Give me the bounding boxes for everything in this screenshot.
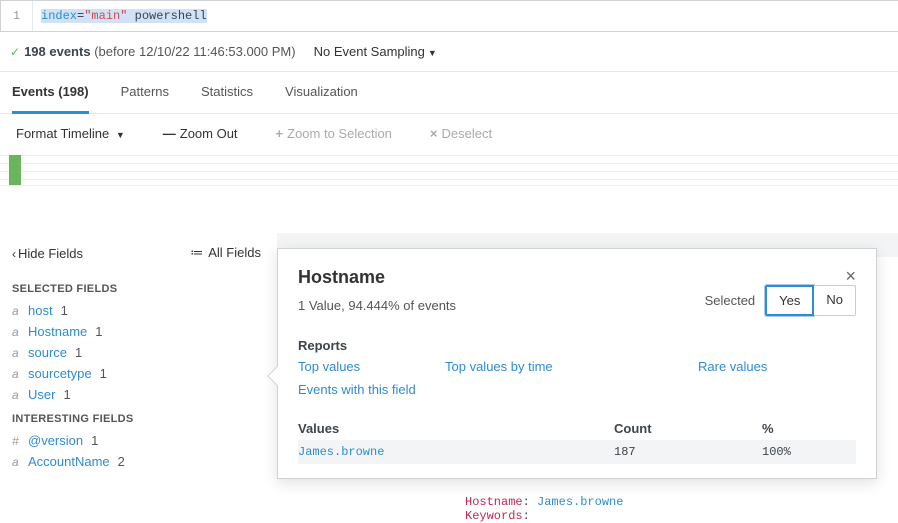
fields-sidebar: ‹Hide Fields ≔All Fields SELECTED FIELDS… xyxy=(0,229,277,482)
rare-values-link[interactable]: Rare values xyxy=(698,359,848,374)
tabs: Events (198) Patterns Statistics Visuali… xyxy=(0,72,898,114)
selected-toggle[interactable]: Yes No xyxy=(765,285,856,316)
no-button[interactable]: No xyxy=(814,285,856,316)
value-row[interactable]: James.browne 187 100% xyxy=(298,440,856,464)
check-icon: ✓ xyxy=(10,45,20,59)
field-source[interactable]: asource1 xyxy=(12,342,277,363)
chevron-down-icon: ▼ xyxy=(116,130,125,140)
yes-button[interactable]: Yes xyxy=(765,285,814,316)
field-sourcetype[interactable]: asourcetype1 xyxy=(12,363,277,384)
zoom-to-selection-button: +Zoom to Selection xyxy=(276,126,392,141)
tab-patterns[interactable]: Patterns xyxy=(121,72,169,113)
close-icon[interactable]: × xyxy=(845,267,856,285)
popup-title: Hostname xyxy=(298,267,385,288)
chevron-down-icon: ▼ xyxy=(428,48,437,58)
token-term: powershell xyxy=(127,9,206,23)
sampling-dropdown[interactable]: No Event Sampling▼ xyxy=(314,44,437,59)
line-number: 1 xyxy=(1,1,33,31)
field-host[interactable]: ahost1 xyxy=(12,300,277,321)
list-icon: ≔ xyxy=(190,245,202,260)
interesting-fields-heading: INTERESTING FIELDS xyxy=(12,405,277,430)
reports-heading: Reports xyxy=(298,338,856,353)
field-version[interactable]: #@version1 xyxy=(12,430,277,451)
field-popup: Hostname × 1 Value, 94.444% of events Se… xyxy=(277,248,877,479)
format-timeline-dropdown[interactable]: Format Timeline ▼ xyxy=(16,126,125,141)
field-hostname[interactable]: aHostname1 xyxy=(12,321,277,342)
deselect-button: ×Deselect xyxy=(430,126,492,141)
timestamp: (before 12/10/22 11:46:53.000 PM) xyxy=(94,44,295,59)
selected-label: Selected xyxy=(705,293,756,308)
events-with-field-link[interactable]: Events with this field xyxy=(298,382,856,397)
tab-visualization[interactable]: Visualization xyxy=(285,72,358,113)
tab-events[interactable]: Events (198) xyxy=(12,72,89,114)
all-fields-button[interactable]: ≔All Fields xyxy=(190,245,261,261)
top-values-time-link[interactable]: Top values by time xyxy=(445,359,698,374)
selected-fields-heading: SELECTED FIELDS xyxy=(12,275,277,300)
timeline[interactable] xyxy=(0,153,898,189)
field-user[interactable]: aUser1 xyxy=(12,384,277,405)
search-bar[interactable]: 1 index="main" powershell xyxy=(0,0,898,32)
chevron-left-icon: ‹ xyxy=(12,247,16,261)
field-accountname[interactable]: aAccountName2 xyxy=(12,451,277,472)
events-count[interactable]: 198 events xyxy=(24,44,91,59)
tab-statistics[interactable]: Statistics xyxy=(201,72,253,113)
values-header: Values Count % xyxy=(298,417,856,440)
token-string: "main" xyxy=(84,9,127,23)
token-index: index xyxy=(41,9,77,23)
timeline-toolbar: Format Timeline ▼ —Zoom Out +Zoom to Sel… xyxy=(0,114,898,153)
values-table: Values Count % James.browne 187 100% xyxy=(298,417,856,464)
timeline-bar[interactable] xyxy=(9,155,21,185)
zoom-out-button[interactable]: —Zoom Out xyxy=(163,126,238,141)
hide-fields-button[interactable]: ‹Hide Fields xyxy=(12,246,83,261)
top-values-link[interactable]: Top values xyxy=(298,359,445,374)
status-bar: ✓ 198 events (before 12/10/22 11:46:53.0… xyxy=(0,32,898,72)
search-input[interactable]: index="main" powershell xyxy=(33,1,898,31)
